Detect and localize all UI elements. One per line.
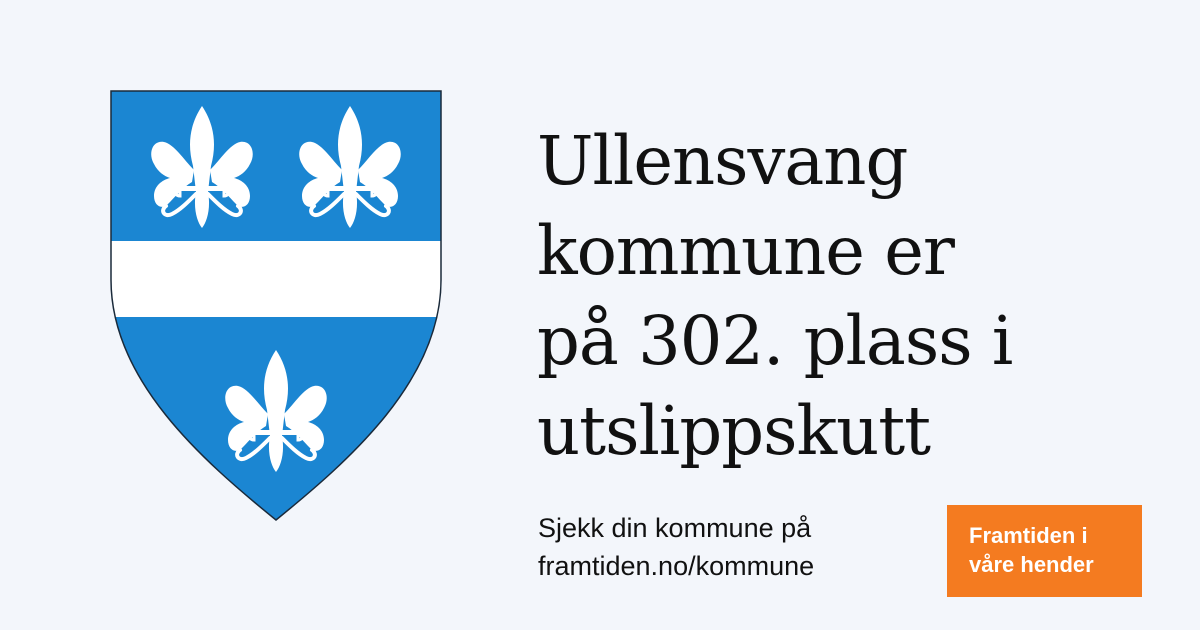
headline-line: kommune er bbox=[537, 212, 955, 290]
brand-badge-line: Framtiden i bbox=[969, 523, 1088, 548]
headline-line: Ullensvang bbox=[537, 122, 908, 200]
headline-line: utslippskutt bbox=[537, 392, 931, 470]
cta-text: Sjekk din kommune på framtiden.no/kommun… bbox=[538, 509, 814, 585]
coat-of-arms bbox=[110, 90, 442, 521]
cta-link[interactable]: framtiden.no/kommune bbox=[538, 547, 814, 585]
crest-fess bbox=[111, 241, 441, 317]
brand-badge-line: våre hender bbox=[969, 552, 1094, 577]
cta-line: Sjekk din kommune på bbox=[538, 513, 812, 543]
headline-line: på 302. plass i bbox=[537, 302, 1013, 380]
brand-badge: Framtiden i våre hender bbox=[947, 505, 1142, 597]
headline: Ullensvang kommune er på 302. plass i ut… bbox=[537, 116, 1157, 476]
